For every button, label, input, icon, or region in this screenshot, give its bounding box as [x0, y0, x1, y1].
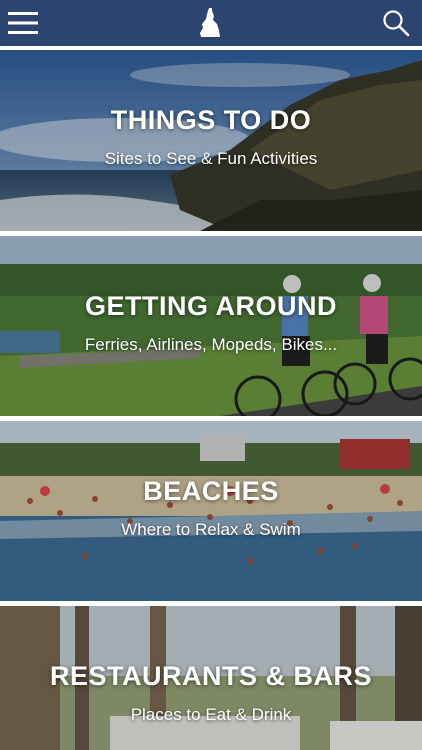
- getting-around-tile[interactable]: GETTING AROUND Ferries, Airlines, Mopeds…: [0, 236, 422, 416]
- tile-subtitle: Where to Relax & Swim: [121, 520, 301, 539]
- tile-subtitle: Places to Eat & Drink: [130, 705, 292, 724]
- tile-title: THINGS TO DO: [110, 105, 312, 135]
- top-navigation-bar: [0, 0, 422, 46]
- restaurants-bars-tile[interactable]: RESTAURANTS & BARS Places to Eat & Drink: [0, 606, 422, 750]
- beaches-tile[interactable]: BEACHES Where to Relax & Swim: [0, 421, 422, 601]
- tile-title: BEACHES: [143, 476, 279, 506]
- magnifier-search-icon[interactable]: [382, 9, 410, 37]
- tile-title: GETTING AROUND: [85, 291, 337, 321]
- tile-subtitle: Sites to See & Fun Activities: [104, 149, 318, 168]
- image-darken-overlay: [0, 421, 422, 601]
- tile-title: RESTAURANTS & BARS: [49, 661, 372, 691]
- image-darken-overlay: [0, 236, 422, 416]
- tile-subtitle: Ferries, Airlines, Mopeds, Bikes...: [84, 335, 338, 354]
- block-island-logo-icon[interactable]: [197, 7, 223, 39]
- image-darken-overlay: [0, 50, 422, 231]
- things-to-do-tile[interactable]: THINGS TO DO Sites to See & Fun Activiti…: [0, 50, 422, 231]
- hamburger-menu-icon[interactable]: [8, 11, 38, 35]
